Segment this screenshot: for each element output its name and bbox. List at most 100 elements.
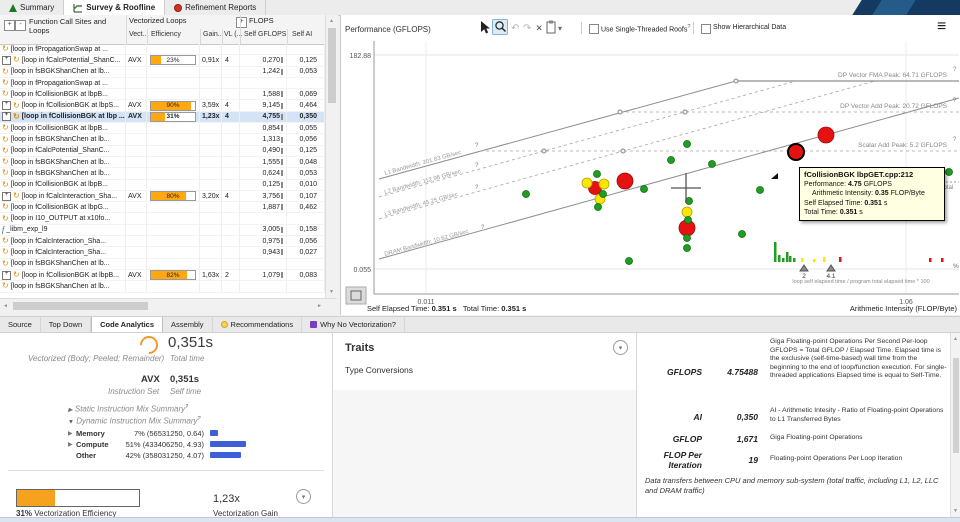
roofline-dot-red[interactable] <box>616 172 634 190</box>
help-mark[interactable]: ? <box>953 67 957 73</box>
histogram-markers[interactable]: 2 4.1 <box>799 264 836 280</box>
roofline-dot-green[interactable] <box>667 156 675 164</box>
histogram-slider-handle[interactable] <box>826 264 836 272</box>
column-header-vect[interactable]: Vect... <box>129 31 148 38</box>
column-header-self-ai[interactable]: Self AI <box>292 31 312 38</box>
roofline-dot-yellow[interactable] <box>598 178 610 190</box>
static-mix-toggle[interactable]: ▶ Static Instruction Mix Summary? <box>68 404 188 414</box>
metrics-scrollbar[interactable]: ▲ ▼ <box>950 333 960 517</box>
tab-top-down[interactable]: Top Down <box>41 317 92 332</box>
tab-survey-roofline[interactable]: Survey & Roofline <box>64 0 166 15</box>
table-horizontal-scrollbar[interactable]: ◄ ► <box>0 298 337 313</box>
roofline-dot-green[interactable] <box>593 170 601 178</box>
expand-icon[interactable]: + <box>2 101 11 111</box>
table-row[interactable]: ↻ [loop in fsBGKShanChen at lb... 1,555 0,0… <box>0 156 325 169</box>
roofline-dot-green[interactable] <box>945 168 953 176</box>
tab-assembly[interactable]: Assembly <box>163 317 213 332</box>
column-header-function[interactable]: Function Call Sites and Loops <box>29 17 121 35</box>
group-header-vectorized-loops[interactable]: Vectorized Loops <box>129 16 187 25</box>
table-row[interactable]: ↻ [loop in fPropagationSwap at ... <box>0 44 325 56</box>
scrollbar-thumb[interactable] <box>953 358 959 453</box>
histogram-bar <box>823 257 826 262</box>
dynamic-mix-toggle[interactable]: ▼ Dynamic Instruction Mix Summary? <box>68 416 201 426</box>
help-mark[interactable]: ? <box>475 185 479 191</box>
loop-icon: ↻ <box>13 111 20 121</box>
metric-label-gflops: GFLOPS <box>667 367 702 377</box>
table-row[interactable]: ↻ [loop in fPropagationSwap at ... <box>0 77 325 90</box>
roofline-dot-red[interactable] <box>817 126 835 144</box>
group-collapse-icon[interactable]: + <box>236 17 247 28</box>
table-row[interactable]: ↻ [loop in fCalcPotential_ShanC... 0,490 0,… <box>0 145 325 157</box>
roofline-dot-green[interactable] <box>683 234 691 242</box>
table-row[interactable]: ↻ [loop in fsBGKShanChen at lb... <box>0 258 325 270</box>
expand-icon[interactable]: + <box>2 191 11 201</box>
roofline-dot-red-selected[interactable] <box>787 143 805 161</box>
roofline-dot-green[interactable] <box>708 160 716 168</box>
top-tab-strip: Summary Survey & Roofline Refinement Rep… <box>0 0 960 16</box>
collapse-chevron-icon[interactable]: ▾ <box>296 489 311 504</box>
help-mark[interactable]: ? <box>475 163 479 169</box>
tooltip-row: Total Time: 0.351 s <box>804 209 863 216</box>
collapse-chevron-icon[interactable]: ▾ <box>613 340 628 355</box>
table-row[interactable]: + ↻ [loop in fCollisionBGK at lbpS... AVX 90… <box>0 100 325 112</box>
table-row[interactable]: f _libm_exp_l9 3,005 0,158 <box>0 224 325 237</box>
tab-source[interactable]: Source <box>0 317 41 332</box>
tab-code-analytics[interactable]: Code Analytics <box>91 317 164 332</box>
expand-icon[interactable]: + <box>2 270 11 280</box>
tab-why-no-vectorization[interactable]: Why No Vectorization? <box>302 317 405 332</box>
table-row[interactable]: ↻ [loop in I10_OUTPUT at x10fo... <box>0 213 325 225</box>
table-row[interactable]: ↻ [loop in fCollisionBGK at lbpG... 1,887 0… <box>0 202 325 214</box>
histogram-slider-handle[interactable] <box>799 264 809 272</box>
roofline-dot-yellow[interactable] <box>581 177 593 189</box>
expand-all-button[interactable]: + <box>4 20 15 31</box>
roofline-dot-green[interactable] <box>738 230 746 238</box>
table-row[interactable]: + ↻ [loop in fCalcInteraction_Sha... AVX 80%… <box>0 190 325 203</box>
table-row[interactable]: ↻ [loop in fCollisionBGK at lbpB... 0,854 0… <box>0 123 325 135</box>
roofline-dot-yellow[interactable] <box>681 206 693 218</box>
scrollbar-thumb[interactable] <box>328 28 336 103</box>
expand-icon[interactable]: + <box>2 112 11 122</box>
chart-corner-button[interactable] <box>345 286 367 305</box>
table-row[interactable]: ↻ [loop in fsBGKShanChen at lb... 1,313 0,0… <box>0 134 325 146</box>
roofline-dot-green[interactable] <box>594 203 602 211</box>
roofline-dot-green[interactable] <box>683 244 691 252</box>
loop-label: [loop in fPropagationSwap at ... <box>10 79 108 87</box>
help-mark[interactable]: ? <box>475 143 479 149</box>
help-mark[interactable]: ? <box>953 137 957 143</box>
table-row[interactable]: ↻ [loop in fCollisionBGK at lbpB... 1,588 0… <box>0 89 325 101</box>
table-vertical-scrollbar[interactable]: ▲ ▼ <box>325 15 338 298</box>
histogram-handle[interactable] <box>771 173 778 179</box>
collapse-all-button[interactable]: - <box>15 20 26 31</box>
table-row[interactable]: ↻ [loop in fsBGKShanChen at lb... 0,624 0,0… <box>0 168 325 180</box>
column-header-self-gflops[interactable]: Self GFLOPS <box>244 31 286 38</box>
table-row[interactable]: ↻ [loop in fsBGKShanChen at lb... <box>0 281 325 293</box>
group-header-flops[interactable]: FLOPS <box>249 16 274 25</box>
scrollbar-thumb[interactable] <box>13 302 148 310</box>
column-header-efficiency[interactable]: Efficiency <box>151 31 181 38</box>
roofline-dot-green[interactable] <box>522 190 530 198</box>
roofline-dot-green[interactable] <box>684 216 692 224</box>
tab-recommendations[interactable]: Recommendations <box>213 317 303 332</box>
table-row[interactable]: ↻ [loop in fCalcInteraction_Sha... 0,943 0,… <box>0 247 325 259</box>
table-row[interactable]: ↻ [loop in fsBGKShanChen at lb... 1,242 0,0… <box>0 66 325 78</box>
mix-row-memory[interactable]: ▶ Memory 7% (56531250, 0.64) <box>68 428 218 438</box>
table-row[interactable]: ↻ [loop in fCalcInteraction_Sha... 0,975 0,… <box>0 236 325 248</box>
roofline-plot[interactable]: 182.88 0.055 0.011 1.06 DP Vector FMA Pe… <box>341 15 960 305</box>
mix-row-compute[interactable]: ▶ Compute 51% (433406250, 4.93) <box>68 439 246 449</box>
y-tick-bottom: 0.055 <box>353 267 371 274</box>
table-row[interactable]: + ↻ [loop in fCollisionBGK at lbpB... AVX 82… <box>0 269 325 282</box>
column-header-gain[interactable]: Gain... <box>203 31 224 38</box>
table-row[interactable]: + ↻ [loop in fCalcPotential_ShanC... AVX 23%… <box>0 55 325 67</box>
histogram-bar <box>941 258 944 262</box>
roofline-dot-green[interactable] <box>640 185 648 193</box>
roofline-dot-green[interactable] <box>625 257 633 265</box>
tab-summary[interactable]: Summary <box>0 0 65 15</box>
roofline-dot-green[interactable] <box>683 140 691 148</box>
tab-refinement-reports[interactable]: Refinement Reports <box>165 0 267 15</box>
table-row[interactable]: + ↻ [loop in fCollisionBGK at lbp ... AVX 31… <box>0 111 325 124</box>
roofline-dot-green[interactable] <box>599 190 607 198</box>
table-row[interactable]: ↻ [loop in fCollisionBGK at lbpB... 0,125 0… <box>0 179 325 191</box>
expand-icon[interactable]: + <box>2 55 11 65</box>
divider <box>8 470 324 471</box>
roofline-dot-green[interactable] <box>756 186 764 194</box>
